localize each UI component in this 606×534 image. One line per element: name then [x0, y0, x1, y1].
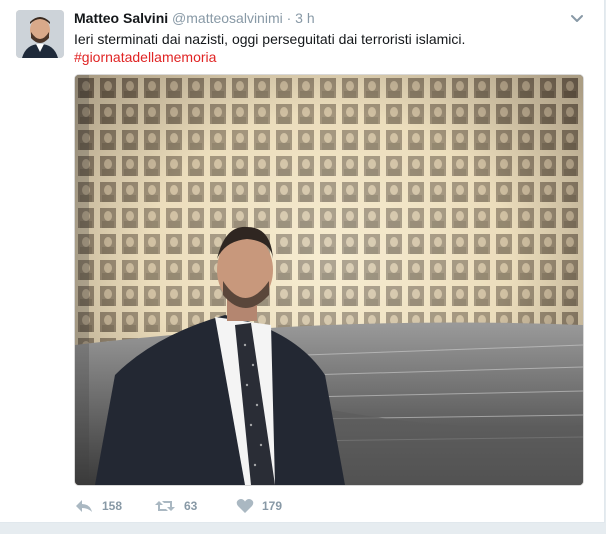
tweet-text: Ieri sterminati dai nazisti, oggi perseg…: [74, 30, 584, 66]
tweet-photo[interactable]: [74, 74, 584, 486]
reply-count: 158: [102, 499, 123, 513]
retweet-icon: [155, 501, 175, 511]
tweet-card[interactable]: Matteo Salvini @matteosalvinimi · 3 h Ie…: [0, 0, 605, 523]
tweet-body: Ieri sterminati dai nazisti, oggi perseg…: [74, 31, 466, 47]
tweet-timestamp[interactable]: 3 h: [295, 10, 314, 26]
hashtag-link[interactable]: #giornatadellamemoria: [74, 48, 584, 66]
retweet-button[interactable]: 63: [154, 496, 197, 516]
avatar[interactable]: [16, 10, 64, 58]
author-name[interactable]: Matteo Salvini: [74, 10, 168, 26]
tweet-header: Matteo Salvini @matteosalvinimi · 3 h: [74, 10, 315, 26]
retweet-count: 63: [184, 499, 198, 513]
chevron-down-icon[interactable]: [568, 10, 586, 28]
like-button[interactable]: 179: [236, 496, 282, 516]
photo-image: [75, 75, 583, 485]
author-handle[interactable]: @matteosalvinimi: [172, 10, 283, 26]
like-count: 179: [262, 499, 283, 513]
separator-dot: ·: [286, 10, 292, 26]
reply-icon: [76, 500, 92, 512]
reply-button[interactable]: 158: [74, 496, 122, 516]
heart-icon: [236, 499, 254, 513]
